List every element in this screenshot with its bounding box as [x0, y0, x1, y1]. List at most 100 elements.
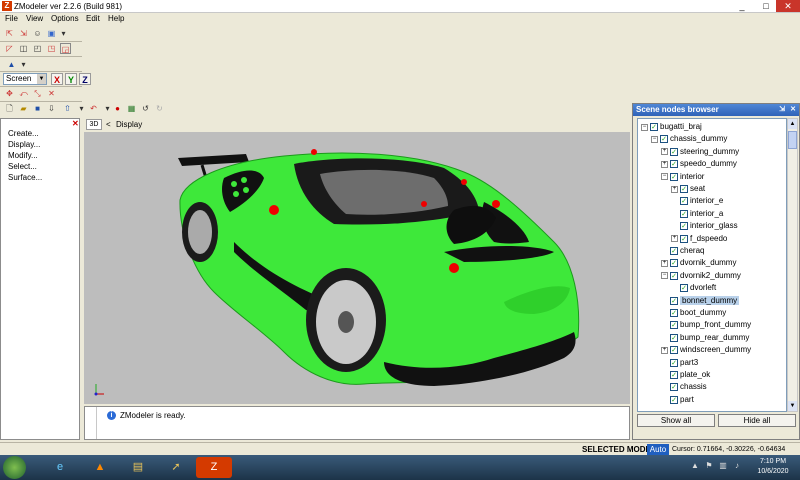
3d-viewport[interactable]	[84, 132, 630, 404]
import-icon[interactable]: ⇩	[46, 103, 57, 114]
scene-node[interactable]: − ✓ bugatti_braj	[641, 121, 702, 133]
start-button-icon[interactable]	[3, 456, 26, 479]
box-select-icon[interactable]: ◸	[4, 43, 15, 54]
visibility-checkbox[interactable]: ✓	[670, 160, 678, 169]
record-icon[interactable]: ●	[112, 103, 123, 114]
export-dropdown-icon[interactable]: ▾	[76, 103, 87, 114]
visibility-checkbox[interactable]: ✓	[680, 209, 688, 218]
scene-tree[interactable]: − ✓ bugatti_braj − ✓ chassis_dummy + ✓ steering_…	[637, 118, 787, 412]
collapse-icon[interactable]: −	[651, 135, 658, 143]
visibility-checkbox[interactable]: ✓	[680, 284, 688, 293]
command-display[interactable]: Display...	[8, 140, 40, 150]
cube-wire-icon[interactable]: ◰	[32, 43, 43, 54]
command-surface[interactable]: Surface...	[8, 173, 42, 183]
scroll-down-icon[interactable]: ▼	[788, 401, 797, 411]
select-vertex-icon[interactable]: ⇱	[4, 28, 15, 39]
cube-icon[interactable]: ◫	[18, 43, 29, 54]
visibility-checkbox[interactable]: ✓	[670, 259, 678, 268]
mirror-icon[interactable]: ✕	[46, 88, 57, 99]
axis-y-button[interactable]: Y	[65, 73, 77, 85]
scene-browser-close-icon[interactable]: ✕	[788, 105, 798, 115]
vlc-icon[interactable]: ▲	[82, 457, 118, 478]
move-icon[interactable]: ✥	[4, 88, 15, 99]
file-explorer-icon[interactable]: ▤	[120, 457, 156, 478]
pin-icon[interactable]: ⇲	[777, 105, 787, 115]
scene-node[interactable]: ✓ interior_e	[671, 195, 723, 207]
open-folder-icon[interactable]: ▰	[18, 103, 29, 114]
select-person-icon[interactable]: ☺	[32, 28, 43, 39]
scene-node[interactable]: ✓ interior_a	[671, 208, 723, 220]
expand-icon[interactable]: +	[671, 235, 678, 243]
command-modify[interactable]: Modify...	[8, 151, 38, 161]
scene-node[interactable]: ✓ part	[661, 394, 694, 406]
visibility-checkbox[interactable]: ✓	[670, 346, 678, 355]
scene-node[interactable]: ✓ bump_rear_dummy	[661, 332, 749, 344]
scene-node[interactable]: + ✓ dvornik_dummy	[661, 257, 736, 269]
visibility-checkbox[interactable]: ✓	[670, 247, 678, 255]
tray-network-icon[interactable]: ▥	[718, 461, 728, 471]
undo-icon[interactable]: ↺	[140, 103, 151, 114]
scene-node[interactable]: ✓ cheraq	[661, 245, 704, 257]
menu-view[interactable]: View	[26, 14, 43, 24]
redo-icon[interactable]: ↻	[154, 103, 165, 114]
scene-node[interactable]: ✓ part3	[661, 357, 698, 369]
visibility-checkbox[interactable]: ✓	[670, 271, 678, 280]
close-button[interactable]: ✕	[776, 0, 800, 12]
scene-node[interactable]: − ✓ chassis_dummy	[651, 133, 727, 145]
visibility-checkbox[interactable]: ✓	[670, 371, 678, 379]
scene-node[interactable]: ✓ bump_front_dummy	[661, 319, 751, 331]
pointer-arrow-icon[interactable]: ▲	[6, 59, 17, 70]
scene-node[interactable]: − ✓ dvornik2_dummy	[661, 270, 741, 282]
select-object-icon[interactable]: ▣	[46, 28, 57, 39]
tray-clock[interactable]: 7:10 PM 10/6/2020	[752, 457, 794, 477]
chevron-down-icon[interactable]: ▼	[37, 74, 46, 84]
expand-icon[interactable]: +	[661, 160, 668, 168]
new-file-icon[interactable]: 🗋	[4, 103, 15, 114]
visibility-checkbox[interactable]: ✓	[680, 222, 688, 231]
maximize-button[interactable]: □	[754, 0, 778, 12]
save-icon[interactable]: ■	[32, 103, 43, 114]
select-face-icon[interactable]: ⇲	[18, 28, 29, 39]
scene-node[interactable]: ✓ dvorleft	[671, 282, 716, 294]
scene-node[interactable]: + ✓ f_dspeedo	[671, 233, 727, 245]
tray-arrow-icon[interactable]: ▲	[690, 461, 700, 471]
visibility-checkbox[interactable]: ✓	[680, 185, 688, 193]
expand-icon[interactable]: +	[661, 346, 668, 354]
visibility-checkbox[interactable]: ✓	[670, 309, 678, 317]
toolbar-dropdown-icon[interactable]: ▾	[58, 28, 69, 39]
scene-node[interactable]: + ✓ steering_dummy	[661, 146, 739, 158]
menu-help[interactable]: Help	[108, 14, 124, 24]
scene-node[interactable]: + ✓ windscreen_dummy	[661, 344, 751, 356]
undo-history-icon[interactable]: ↶	[88, 103, 99, 114]
tray-volume-icon[interactable]: ♪	[732, 461, 742, 471]
visibility-checkbox[interactable]: ✓	[670, 147, 678, 156]
axis-x-button[interactable]: X	[51, 73, 63, 85]
visibility-checkbox[interactable]: ✓	[670, 321, 678, 330]
visibility-checkbox[interactable]: ✓	[670, 358, 678, 367]
hide-all-button[interactable]: Hide all	[718, 414, 796, 427]
scene-node[interactable]: + ✓ speedo_dummy	[661, 158, 737, 170]
auto-toggle[interactable]: Auto	[647, 444, 669, 455]
visibility-checkbox[interactable]: ✓	[680, 234, 688, 243]
show-all-button[interactable]: Show all	[637, 414, 715, 427]
expand-icon[interactable]: +	[661, 148, 668, 156]
cube-red-icon[interactable]: ◳	[46, 43, 57, 54]
visibility-checkbox[interactable]: ✓	[670, 296, 678, 305]
visibility-checkbox[interactable]: ✓	[670, 395, 678, 404]
minimize-button[interactable]: _	[730, 0, 754, 12]
scene-tree-scrollbar[interactable]: ▲ ▼	[787, 118, 798, 412]
visibility-checkbox[interactable]: ✓	[650, 123, 658, 131]
scene-node[interactable]: ✓ plate_ok	[661, 369, 710, 381]
axis-z-button[interactable]: Z	[79, 73, 91, 85]
visibility-checkbox[interactable]: ✓	[670, 172, 678, 181]
menu-edit[interactable]: Edit	[86, 14, 100, 24]
pointer-dropdown-icon[interactable]: ▾	[18, 59, 29, 70]
viewport-back-arrow[interactable]: <	[106, 119, 111, 130]
zmodeler-taskbar-icon[interactable]: Z	[196, 457, 232, 478]
expand-icon[interactable]: +	[661, 259, 668, 267]
export-icon[interactable]: ⇧	[62, 103, 73, 114]
rotate-icon[interactable]: ⤺	[18, 88, 29, 99]
viewport-3d-button[interactable]: 3D	[86, 119, 102, 130]
scroll-up-icon[interactable]: ▲	[788, 119, 797, 129]
menu-file[interactable]: File	[5, 14, 18, 24]
